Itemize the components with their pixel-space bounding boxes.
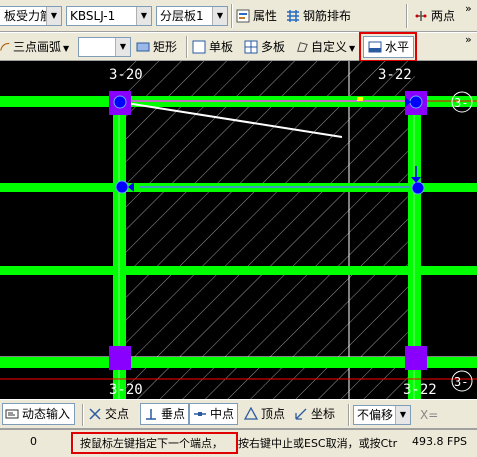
node-point[interactable] bbox=[409, 95, 423, 109]
draw-toolbar: 三点画弧 ▼ ▼ 矩形 单板 多板 自定义 ▼ 水平 » bbox=[0, 32, 477, 62]
layer-value: 分层板1 bbox=[160, 9, 204, 23]
main-toolbar: 板受力筋 ▼ KBSLJ-1 ▼ 分层板1 ▼ 属性 钢筋排布 两点 » bbox=[0, 0, 477, 32]
two-point-label: 两点 bbox=[431, 9, 456, 23]
properties-button[interactable]: 属性 bbox=[236, 5, 277, 27]
node-point[interactable] bbox=[115, 180, 129, 194]
chevron-down-icon: ▼ bbox=[349, 44, 356, 53]
status-bar: 0 按鼠标左键指定下一个端点， 按右键中止或ESC取消，或按Ctr 493.8 … bbox=[0, 429, 477, 457]
axis-label: 3-22 bbox=[403, 382, 437, 398]
rectangle-icon bbox=[136, 42, 150, 52]
midpoint-label: 中点 bbox=[210, 407, 235, 421]
axis-label: 3-22 bbox=[378, 67, 412, 83]
drawing-svg[interactable]: 3-20 3-22 3-20 3-22 3- 3- bbox=[0, 61, 477, 399]
node-point[interactable] bbox=[411, 181, 425, 195]
snap-marker bbox=[357, 97, 363, 101]
intersection-label: 交点 bbox=[105, 407, 130, 421]
axis-label: 3- bbox=[454, 96, 468, 110]
chevron-down-icon[interactable]: ▼ bbox=[115, 38, 130, 56]
multi-slab-label: 多板 bbox=[261, 40, 286, 54]
separator bbox=[82, 404, 84, 426]
slab-hatch bbox=[121, 61, 415, 399]
three-point-arc-button[interactable]: 三点画弧 ▼ bbox=[0, 36, 69, 58]
single-slab-button[interactable]: 单板 bbox=[192, 36, 233, 58]
chevron-down-icon[interactable]: ▼ bbox=[395, 406, 410, 424]
midpoint-snap-button[interactable]: 中点 bbox=[189, 403, 239, 425]
arc-label: 三点画弧 bbox=[13, 40, 62, 54]
offset-combo[interactable]: 不偏移 ▼ bbox=[353, 405, 411, 425]
fps-readout: 493.8 FPS bbox=[412, 435, 467, 448]
arc-option-combo[interactable]: ▼ bbox=[78, 37, 131, 57]
perpendicular-label: 垂点 bbox=[161, 407, 186, 421]
custom-button[interactable]: 自定义 ▼ bbox=[296, 36, 355, 58]
multi-slab-button[interactable]: 多板 bbox=[244, 36, 285, 58]
status-hint: 按右键中止或ESC取消，或按Ctr bbox=[238, 437, 398, 450]
overflow-icon[interactable]: » bbox=[465, 33, 472, 55]
component-code-combo[interactable]: KBSLJ-1 ▼ bbox=[66, 6, 152, 26]
prompt-highlight-box bbox=[71, 432, 238, 454]
rebar-layout-label: 钢筋排布 bbox=[303, 9, 352, 23]
column bbox=[405, 346, 427, 370]
dynamic-input-button[interactable]: 动态输入 bbox=[2, 403, 76, 425]
perpendicular-snap-button[interactable]: 垂点 bbox=[140, 403, 190, 425]
coordinate-label: 坐标 bbox=[311, 407, 336, 421]
dynamic-input-icon bbox=[5, 409, 19, 419]
intersection-snap-button[interactable]: 交点 bbox=[88, 403, 129, 425]
custom-shape-icon bbox=[297, 42, 308, 52]
separator bbox=[348, 404, 350, 426]
chevron-down-icon[interactable]: ▼ bbox=[136, 7, 151, 25]
rectangle-button[interactable]: 矩形 bbox=[136, 36, 177, 58]
multi-slab-icon bbox=[244, 40, 258, 54]
separator bbox=[231, 4, 233, 28]
overflow-icon[interactable]: » bbox=[465, 2, 472, 24]
rectangle-label: 矩形 bbox=[153, 40, 178, 54]
axis-label: 3-20 bbox=[109, 382, 143, 398]
properties-label: 属性 bbox=[253, 9, 278, 23]
intersection-icon bbox=[89, 408, 101, 420]
snap-toolbar: 动态输入 交点 垂点 中点 顶点 坐标 不偏移 ▼ X= bbox=[0, 399, 477, 429]
single-slab-label: 单板 bbox=[209, 40, 234, 54]
node-point[interactable] bbox=[113, 95, 127, 109]
drawing-canvas[interactable]: 3-20 3-22 3-20 3-22 3- 3- bbox=[0, 61, 477, 399]
beam bbox=[0, 266, 477, 275]
vertex-snap-button[interactable]: 顶点 bbox=[244, 403, 285, 425]
chevron-down-icon: ▼ bbox=[63, 44, 70, 53]
coordinate-snap-button[interactable]: 坐标 bbox=[294, 403, 335, 425]
rebar-layout-button[interactable]: 钢筋排布 bbox=[286, 5, 351, 27]
coordinate-icon bbox=[295, 408, 307, 420]
rebar-grid-icon bbox=[287, 10, 299, 22]
axis-label: 3- bbox=[454, 375, 468, 389]
separator bbox=[186, 36, 188, 58]
vertex-label: 顶点 bbox=[261, 407, 286, 421]
separator bbox=[406, 4, 408, 28]
single-slab-icon bbox=[192, 40, 206, 54]
properties-icon bbox=[236, 9, 250, 23]
rebar-type-combo[interactable]: 板受力筋 ▼ bbox=[0, 6, 62, 26]
column bbox=[109, 346, 131, 370]
dynamic-input-label: 动态输入 bbox=[22, 407, 71, 421]
two-point-icon bbox=[415, 11, 427, 21]
component-code-value: KBSLJ-1 bbox=[70, 9, 116, 23]
x-label: X= bbox=[420, 408, 439, 422]
rebar-type-value: 板受力筋 bbox=[4, 9, 53, 23]
layer-combo[interactable]: 分层板1 ▼ bbox=[156, 6, 228, 26]
chevron-down-icon[interactable]: ▼ bbox=[46, 7, 61, 25]
perpendicular-icon bbox=[146, 409, 156, 420]
chevron-down-icon[interactable]: ▼ bbox=[212, 7, 227, 25]
vertex-icon bbox=[244, 407, 258, 420]
offset-value: 不偏移 bbox=[357, 408, 394, 422]
status-value: 0 bbox=[30, 435, 37, 448]
custom-label: 自定义 bbox=[311, 40, 348, 54]
highlight-box bbox=[359, 32, 417, 62]
midpoint-icon bbox=[194, 412, 206, 416]
axis-label: 3-20 bbox=[109, 67, 143, 83]
arc-icon bbox=[0, 42, 10, 51]
two-point-button[interactable]: 两点 bbox=[414, 5, 455, 27]
